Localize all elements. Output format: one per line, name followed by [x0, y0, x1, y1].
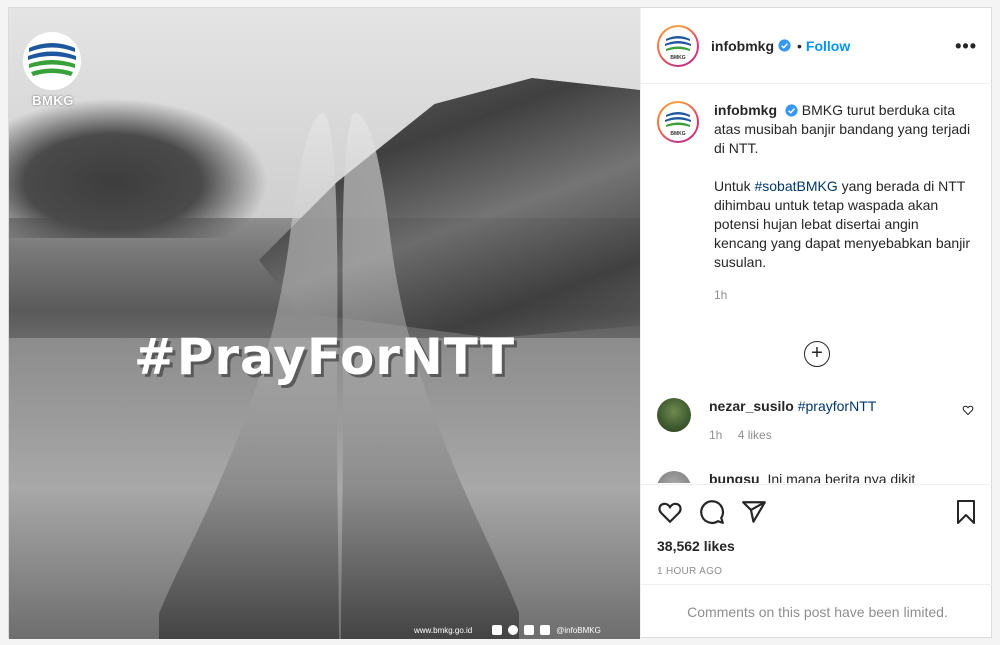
like-heart-icon[interactable]: [657, 499, 683, 525]
post-image[interactable]: BMKG #PrayForNTT www.bmkg.go.id @infoBMK…: [9, 8, 640, 639]
bmkg-avatar-icon: BMKG: [659, 103, 697, 141]
commenter-avatar[interactable]: [657, 398, 691, 432]
post-header: BMKG infobmkg • Follow •••: [641, 8, 993, 84]
bmkg-logo: BMKG: [23, 32, 83, 108]
commenter-avatar[interactable]: [657, 471, 691, 483]
comment-username[interactable]: nezar_susilo: [709, 398, 794, 414]
like-comment-heart-icon[interactable]: [962, 404, 974, 416]
comment-hashtag-link[interactable]: #prayforNTT: [798, 398, 877, 414]
comments-area[interactable]: BMKG infobmkg BMKG turut berduka cita at…: [641, 85, 994, 483]
svg-text:BMKG: BMKG: [670, 131, 685, 137]
website-text: www.bmkg.go.id: [414, 625, 473, 635]
pray-hashtag-overlay: #PrayForNTT: [133, 328, 516, 386]
load-more-comments-icon[interactable]: +: [804, 341, 830, 367]
comment-time[interactable]: 1h: [709, 428, 722, 442]
instagram-icon: [508, 625, 519, 635]
comment-body: bungsu Ini mana berita nya dikit: [709, 471, 915, 483]
comment-body: nezar_susilo #prayforNTT 1h 4 likes: [709, 398, 876, 442]
caption-time[interactable]: 1h: [714, 286, 974, 305]
verified-badge-icon: [785, 104, 798, 117]
bmkg-globe-icon: [23, 32, 81, 90]
comment-bubble-icon[interactable]: [699, 499, 725, 525]
bmkg-logo-text: BMKG: [32, 93, 74, 108]
share-paper-plane-icon[interactable]: [741, 499, 767, 525]
comment-item: bungsu Ini mana berita nya dikit: [657, 471, 978, 483]
comment-likes[interactable]: 4 likes: [738, 428, 772, 442]
post-caption: BMKG infobmkg BMKG turut berduka cita at…: [641, 85, 994, 305]
youtube-icon: [492, 625, 503, 635]
post-actions: 38,562 likes 1 HOUR AGO: [641, 484, 994, 584]
verified-badge-icon: [778, 39, 791, 52]
post-dialog: BMKG #PrayForNTT www.bmkg.go.id @infoBMK…: [8, 7, 994, 639]
image-footer: www.bmkg.go.id @infoBMKG: [414, 625, 601, 635]
social-handle-text: @infoBMKG: [556, 625, 601, 635]
save-bookmark-icon[interactable]: [954, 499, 978, 525]
follow-button[interactable]: Follow: [806, 38, 850, 54]
likes-count[interactable]: 38,562 likes: [657, 538, 978, 554]
facebook-icon: [540, 625, 551, 635]
action-icons: [657, 497, 978, 527]
comment-meta: 1h 4 likes: [709, 428, 876, 442]
header-username[interactable]: infobmkg: [711, 38, 774, 54]
caption-paragraph-2-pre: Untuk: [714, 178, 755, 194]
comments-limited-notice: Comments on this post have been limited.: [641, 584, 994, 639]
caption-username[interactable]: infobmkg: [714, 102, 777, 118]
caption-text: infobmkg BMKG turut berduka cita atas mu…: [714, 101, 974, 305]
comment-text: Ini mana berita nya dikit: [767, 471, 916, 483]
svg-text:BMKG: BMKG: [670, 55, 685, 61]
comment-username[interactable]: bungsu: [709, 471, 760, 483]
separator-dot: •: [797, 37, 802, 54]
profile-avatar[interactable]: BMKG: [657, 24, 699, 67]
bmkg-avatar-icon: BMKG: [659, 26, 697, 65]
post-timestamp[interactable]: 1 HOUR AGO: [657, 566, 978, 577]
more-options-icon[interactable]: •••: [955, 36, 977, 57]
caption-avatar[interactable]: BMKG: [657, 101, 699, 143]
comment-item: nezar_susilo #prayforNTT 1h 4 likes: [657, 398, 978, 442]
twitter-icon: [524, 625, 535, 635]
sobatbmkg-hashtag-link[interactable]: #sobatBMKG: [754, 178, 837, 194]
post-sidebar: BMKG infobmkg • Follow ••• BMKG infobmkg…: [640, 8, 994, 639]
